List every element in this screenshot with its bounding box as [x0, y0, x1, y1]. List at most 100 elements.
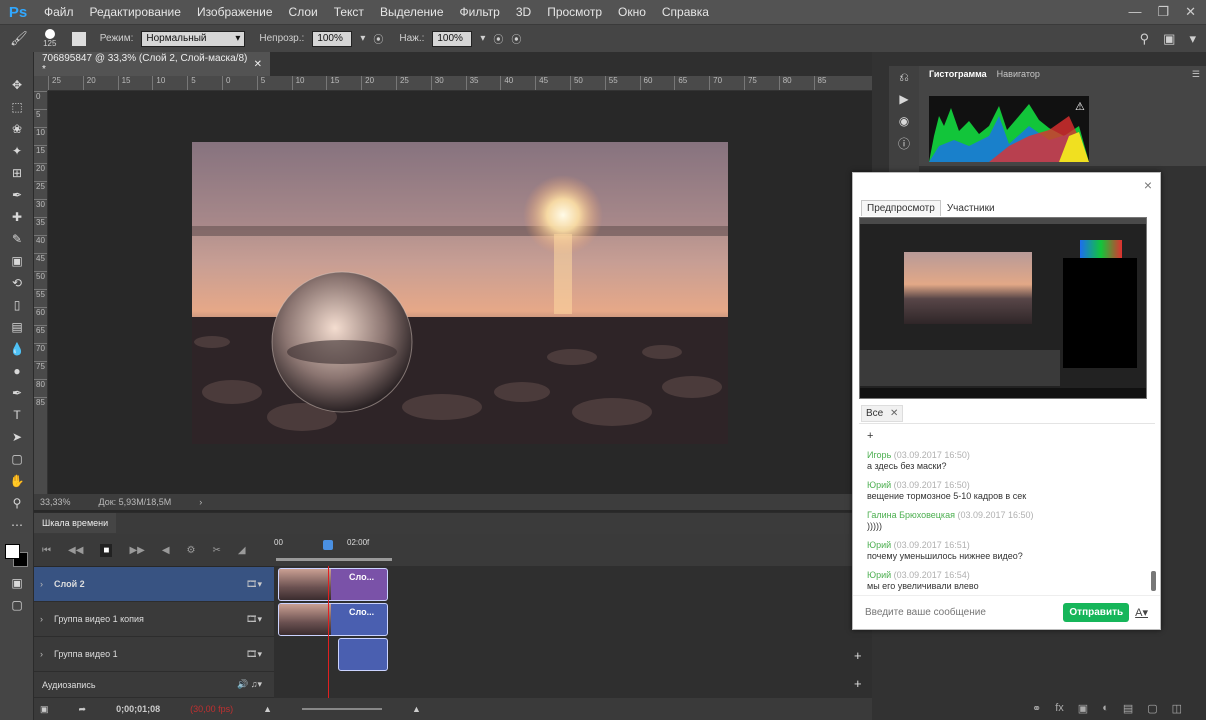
- chevron-right-icon[interactable]: ›: [40, 579, 54, 589]
- blur-tool-icon[interactable]: 💧: [0, 338, 34, 360]
- new-layer-icon[interactable]: ▢: [1147, 702, 1157, 715]
- shape-tool-icon[interactable]: ▢: [0, 448, 34, 470]
- foreground-color-swatch[interactable]: [5, 544, 20, 559]
- add-audio-icon[interactable]: +: [854, 676, 862, 691]
- gradient-tool-icon[interactable]: ▤: [0, 316, 34, 338]
- move-tool-icon[interactable]: ✥: [0, 74, 34, 96]
- close-filter-icon[interactable]: ✕: [890, 408, 898, 419]
- stop-icon[interactable]: ■: [100, 543, 113, 557]
- previous-frame-icon[interactable]: ◀◀: [68, 545, 83, 556]
- lasso-tool-icon[interactable]: ❀: [0, 118, 34, 140]
- mask-icon[interactable]: ▣: [1078, 702, 1088, 715]
- status-menu-icon[interactable]: ›: [199, 497, 202, 507]
- chat-filter-tab[interactable]: Все ✕: [861, 405, 904, 422]
- brush-tool-icon[interactable]: 🖌: [10, 30, 28, 47]
- history-icon[interactable]: ⎌: [889, 66, 919, 88]
- menu-select[interactable]: Выделение: [372, 5, 452, 19]
- pen-tool-icon[interactable]: ✒: [0, 382, 34, 404]
- opacity-field[interactable]: 100%: [312, 30, 353, 47]
- send-button[interactable]: Отправить: [1063, 603, 1130, 622]
- trash-icon[interactable]: ◫: [1172, 702, 1182, 715]
- track-group1-copy[interactable]: › Группа видео 1 копия 🎞▾: [34, 602, 274, 637]
- document-tab[interactable]: 706895847 @ 33,3% (Слой 2, Слой-маска/8)…: [34, 52, 270, 76]
- path-selection-tool-icon[interactable]: ➤: [0, 426, 34, 448]
- link-layers-icon[interactable]: ⚭: [1032, 702, 1041, 715]
- mode-select[interactable]: Нормальный ▾: [141, 30, 246, 47]
- chevron-down-icon[interactable]: ▾: [480, 33, 485, 44]
- close-icon[interactable]: ×: [1144, 177, 1152, 193]
- tab-participants[interactable]: Участники: [940, 200, 1001, 216]
- track-layer2[interactable]: › Слой 2 🎞▾: [34, 567, 274, 602]
- chat-plus[interactable]: +: [867, 431, 873, 442]
- crop-tool-icon[interactable]: ⊞: [0, 162, 34, 184]
- clip-group1-copy[interactable]: Сло...: [278, 603, 388, 636]
- 3d-icon[interactable]: ◉: [889, 110, 919, 132]
- audio-track-icon[interactable]: 🔊 ♫▾: [237, 679, 262, 690]
- brush-preset-picker[interactable]: 125: [36, 29, 64, 48]
- zoom-out-icon[interactable]: ▲: [263, 704, 272, 714]
- film-icon[interactable]: 🎞▾: [246, 649, 262, 660]
- next-frame-icon[interactable]: ▶▶: [129, 545, 144, 556]
- stamp-tool-icon[interactable]: ▣: [0, 250, 34, 272]
- tab-preview[interactable]: Предпросмотр: [861, 200, 941, 216]
- playhead-handle[interactable]: [323, 540, 333, 550]
- menu-layers[interactable]: Слои: [281, 5, 326, 19]
- eyedropper-tool-icon[interactable]: ✒: [0, 184, 34, 206]
- playhead-line[interactable]: [328, 566, 329, 698]
- more-tools-icon[interactable]: ⋯: [0, 514, 34, 536]
- menu-window[interactable]: Окно: [610, 5, 654, 19]
- brush-panel-icon[interactable]: [71, 31, 86, 46]
- render-icon[interactable]: ➦: [79, 704, 87, 715]
- first-frame-icon[interactable]: ⏮: [42, 545, 51, 556]
- play-action-icon[interactable]: ▶: [889, 88, 919, 110]
- hand-tool-icon[interactable]: ✋: [0, 470, 34, 492]
- work-area-bar[interactable]: [276, 558, 392, 561]
- split-icon[interactable]: ✂: [213, 545, 221, 556]
- track-audio[interactable]: Аудиозапись 🔊 ♫▾: [34, 672, 274, 698]
- pressure-size-icon[interactable]: ⦿: [511, 31, 521, 46]
- tab-navigator[interactable]: Навигатор: [997, 69, 1040, 79]
- minimize-icon[interactable]: —: [1128, 4, 1141, 20]
- color-swatches[interactable]: [0, 536, 33, 572]
- chevron-right-icon[interactable]: ›: [40, 649, 54, 659]
- pressure-opacity-icon[interactable]: ⦿: [373, 31, 383, 46]
- timeline-ruler[interactable]: 00 02:00f: [274, 534, 872, 566]
- convert-frames-icon[interactable]: ▣: [40, 704, 49, 715]
- menu-text[interactable]: Текст: [326, 5, 372, 19]
- zoom-tool-icon[interactable]: ⚲: [0, 492, 34, 514]
- audio-icon[interactable]: ◀: [162, 545, 170, 556]
- film-icon[interactable]: 🎞▾: [246, 579, 262, 590]
- type-tool-icon[interactable]: T: [0, 404, 34, 426]
- text-format-icon[interactable]: A▾: [1135, 606, 1148, 619]
- marquee-tool-icon[interactable]: ⬚: [0, 96, 34, 118]
- magic-wand-tool-icon[interactable]: ✦: [0, 140, 34, 162]
- transition-icon[interactable]: ◢: [238, 545, 246, 556]
- clip-group1[interactable]: [338, 638, 388, 671]
- panel-menu-icon[interactable]: ☰: [1192, 69, 1200, 80]
- history-brush-tool-icon[interactable]: ⟲: [0, 272, 34, 294]
- menu-image[interactable]: Изображение: [189, 5, 281, 19]
- search-icon[interactable]: ⚲: [1140, 31, 1150, 47]
- zoom-in-icon[interactable]: ▲: [412, 704, 421, 714]
- menu-3d[interactable]: 3D: [508, 5, 539, 19]
- menu-view[interactable]: Просмотр: [539, 5, 610, 19]
- quick-mask-icon[interactable]: ▣: [0, 572, 34, 594]
- eraser-tool-icon[interactable]: ▯: [0, 294, 34, 316]
- chevron-right-icon[interactable]: ›: [40, 614, 54, 624]
- film-icon[interactable]: 🎞▾: [246, 614, 262, 625]
- adjustment-icon[interactable]: ◐: [1102, 702, 1109, 715]
- airbrush-icon[interactable]: ⦿: [493, 31, 503, 46]
- chat-scrollbar[interactable]: [1151, 571, 1156, 591]
- settings-icon[interactable]: ⚙: [187, 545, 196, 556]
- dodge-tool-icon[interactable]: ●: [0, 360, 34, 382]
- flow-field[interactable]: 100%: [432, 30, 473, 47]
- zoom-slider[interactable]: [302, 708, 383, 710]
- add-media-icon[interactable]: +: [854, 648, 862, 663]
- close-tab-icon[interactable]: ✕: [254, 59, 262, 70]
- fx-icon[interactable]: fx: [1055, 702, 1064, 715]
- workspace-icon[interactable]: ▣: [1163, 31, 1175, 47]
- close-icon[interactable]: ✕: [1185, 4, 1196, 20]
- tab-histogram[interactable]: Гистограмма: [929, 69, 987, 79]
- brush-tool-icon[interactable]: ✎: [0, 228, 34, 250]
- menu-file[interactable]: Файл: [36, 5, 82, 19]
